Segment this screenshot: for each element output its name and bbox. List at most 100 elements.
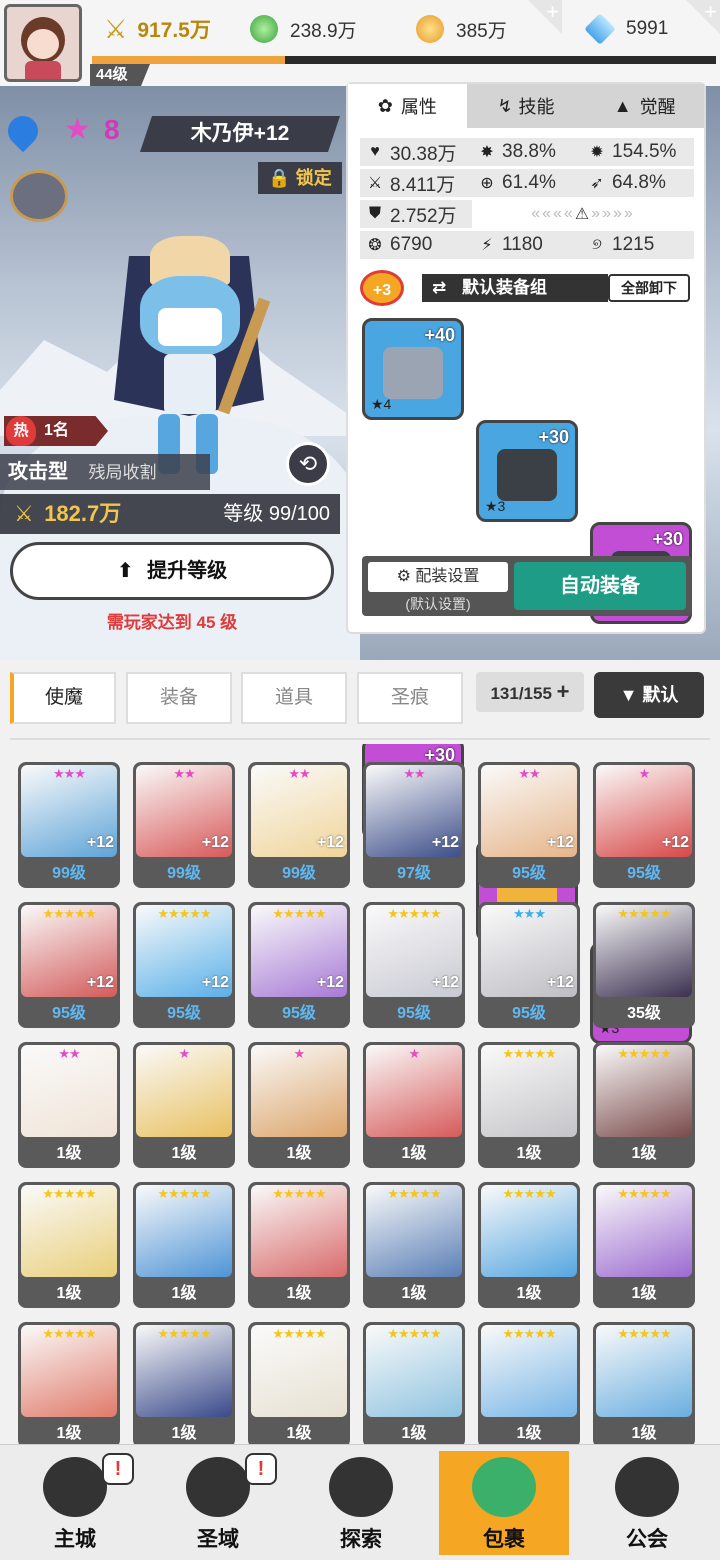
- nav-item[interactable]: 主城!: [10, 1451, 140, 1555]
- familiar-card[interactable]: ★★★★★ 1级: [18, 1182, 120, 1308]
- familiar-level: 95级: [282, 1005, 316, 1022]
- tab-items[interactable]: 道具: [241, 672, 347, 724]
- familiar-card[interactable]: ★ 1级: [133, 1042, 235, 1168]
- familiar-card[interactable]: ★ +12 95级: [593, 762, 695, 888]
- familiar-stars: ★★★★★: [272, 1326, 326, 1341]
- heart-icon: ♥: [370, 143, 380, 160]
- nav-item[interactable]: 圣域!: [153, 1451, 283, 1555]
- lock-button[interactable]: 🔒 锁定: [258, 162, 342, 194]
- unequip-all-button[interactable]: 全部卸下: [608, 274, 690, 302]
- familiar-card[interactable]: ★★ +12 99级: [248, 762, 350, 888]
- gold-currency[interactable]: 385万 +: [416, 0, 562, 46]
- hero-name: 木乃伊+12: [140, 116, 340, 152]
- familiar-card[interactable]: ★★★★★ 1级: [133, 1182, 235, 1308]
- power-display: ⚔ 917.5万: [104, 12, 211, 46]
- familiar-stars: ★★★★★: [42, 1326, 96, 1341]
- crossed-swords-icon: ⚔: [104, 13, 128, 44]
- familiar-stars: ★★: [288, 766, 310, 781]
- familiar-stars: ★★: [173, 766, 195, 781]
- familiar-card[interactable]: ★★★★★ 1级: [248, 1322, 350, 1444]
- add-gem-button[interactable]: +: [686, 0, 720, 34]
- familiar-card[interactable]: ★★ +12 95级: [478, 762, 580, 888]
- bag-tabs: 使魔 装备 道具 圣痕 131/155 + ▼ 默认: [0, 660, 720, 744]
- familiar-card[interactable]: ★★★★★ +12 95级: [133, 902, 235, 1028]
- equipment-set-name[interactable]: ⇄ 默认装备组: [422, 274, 608, 302]
- familiar-card[interactable]: ★★★★★ 1级: [593, 1042, 695, 1168]
- green-currency-value: 238.9万: [290, 20, 357, 42]
- familiar-stars: ★★★★★: [272, 906, 326, 921]
- familiar-stars: ★: [638, 766, 651, 781]
- familiar-card[interactable]: ★★★★★ 1级: [478, 1322, 580, 1444]
- warning-icon: ⚠: [574, 206, 592, 223]
- config-settings-button[interactable]: ⚙ 配装设置: [368, 562, 508, 592]
- familiar-card[interactable]: ★★★★★ 1级: [18, 1322, 120, 1444]
- familiar-stars: ★: [178, 1046, 191, 1061]
- tab-awaken[interactable]: ▲ 觉醒: [585, 84, 705, 128]
- familiar-level: 95级: [52, 1005, 86, 1022]
- familiar-card[interactable]: ★★★★★ 1级: [363, 1182, 465, 1308]
- hot-flame-icon: 热: [6, 416, 36, 446]
- gem-currency[interactable]: 5991 +: [584, 0, 720, 46]
- locked-stat-slot: «««« ⚠ »»»»: [472, 200, 694, 228]
- familiar-card[interactable]: ★★★ +12 95级: [478, 902, 580, 1028]
- tab-stigmata[interactable]: 圣痕: [357, 672, 463, 724]
- stat-attack: ⚔ 8.411万: [360, 170, 472, 197]
- familiar-stars: ★★★: [53, 766, 86, 781]
- familiar-stars: ★★★★★: [42, 906, 96, 921]
- burst-icon: ✹: [590, 144, 604, 161]
- familiar-plus: +12: [316, 834, 344, 851]
- familiar-card[interactable]: ★★★★★ +12 95级: [18, 902, 120, 1028]
- familiar-card[interactable]: ★ 1级: [248, 1042, 350, 1168]
- config-label: 配装设置: [415, 568, 480, 585]
- familiar-card[interactable]: ★★ +12 97级: [363, 762, 465, 888]
- player-avatar[interactable]: [4, 4, 82, 82]
- skills-icon: ↯: [497, 95, 513, 116]
- slash-icon: ⚡: [481, 237, 493, 254]
- enhance-level: +30: [652, 529, 683, 549]
- bag-capacity[interactable]: 131/155 +: [476, 672, 584, 712]
- familiar-card[interactable]: ★★★★★ +12 95级: [363, 902, 465, 1028]
- stat-value: 38.8%: [502, 141, 556, 162]
- nav-item[interactable]: 包裹: [439, 1451, 569, 1555]
- auto-equip-button[interactable]: 自动装备: [514, 562, 686, 610]
- familiar-card[interactable]: ★★★★★ 1级: [593, 1322, 695, 1444]
- upgrade-level-button[interactable]: ⬆ 提升等级: [10, 542, 334, 600]
- rank-badge[interactable]: 热 1名: [4, 416, 108, 446]
- nav-item[interactable]: 公会: [582, 1451, 712, 1555]
- alert-icon: !: [102, 1453, 134, 1485]
- add-gold-button[interactable]: +: [528, 0, 562, 34]
- equipment-slot[interactable]: +30 ★3: [476, 420, 578, 522]
- set-bonus-badge[interactable]: +3: [360, 270, 404, 306]
- stat-value: 6790: [390, 234, 433, 255]
- tab-equipment[interactable]: 装备: [126, 672, 232, 724]
- nav-label: 主城: [54, 1528, 96, 1551]
- green-currency[interactable]: 238.9万: [250, 12, 390, 46]
- familiar-card[interactable]: ★★★ +12 99级: [18, 762, 120, 888]
- tab-familiars[interactable]: 使魔: [10, 672, 116, 724]
- familiar-card[interactable]: ★★★★★ 1级: [133, 1322, 235, 1444]
- sealed-item-icon[interactable]: [10, 170, 68, 222]
- familiar-card[interactable]: ★★ +12 99级: [133, 762, 235, 888]
- rotate-view-icon[interactable]: ⟲: [286, 442, 330, 486]
- swirl-icon: ❂: [368, 237, 382, 254]
- familiar-card[interactable]: ★★★★★ 35级: [593, 902, 695, 1028]
- crossed-swords-icon: ⚔: [14, 501, 34, 526]
- familiar-card[interactable]: ★★★★★ 1级: [593, 1182, 695, 1308]
- level-requirement: 需玩家达到 45 级: [106, 613, 238, 632]
- familiar-card[interactable]: ★★★★★ 1级: [478, 1182, 580, 1308]
- familiar-stars: ★★★★★: [502, 1326, 556, 1341]
- familiar-card[interactable]: ★★★★★ +12 95级: [248, 902, 350, 1028]
- sort-dropdown[interactable]: ▼ 默认: [594, 672, 704, 718]
- tab-skills[interactable]: ↯ 技能: [466, 84, 586, 128]
- equipment-slot[interactable]: +40 ★4: [362, 318, 464, 420]
- tab-attributes[interactable]: ✿ 属性: [348, 84, 467, 128]
- gold-coin-icon: [416, 15, 444, 43]
- hero-figure[interactable]: [104, 236, 274, 486]
- familiar-card[interactable]: ★★★★★ 1级: [248, 1182, 350, 1308]
- familiar-card[interactable]: ★★★★★ 1级: [478, 1042, 580, 1168]
- nav-item[interactable]: 探索: [296, 1451, 426, 1555]
- familiar-level: 1级: [631, 1285, 657, 1302]
- familiar-card[interactable]: ★ 1级: [363, 1042, 465, 1168]
- familiar-card[interactable]: ★★ 1级: [18, 1042, 120, 1168]
- familiar-card[interactable]: ★★★★★ 1级: [363, 1322, 465, 1444]
